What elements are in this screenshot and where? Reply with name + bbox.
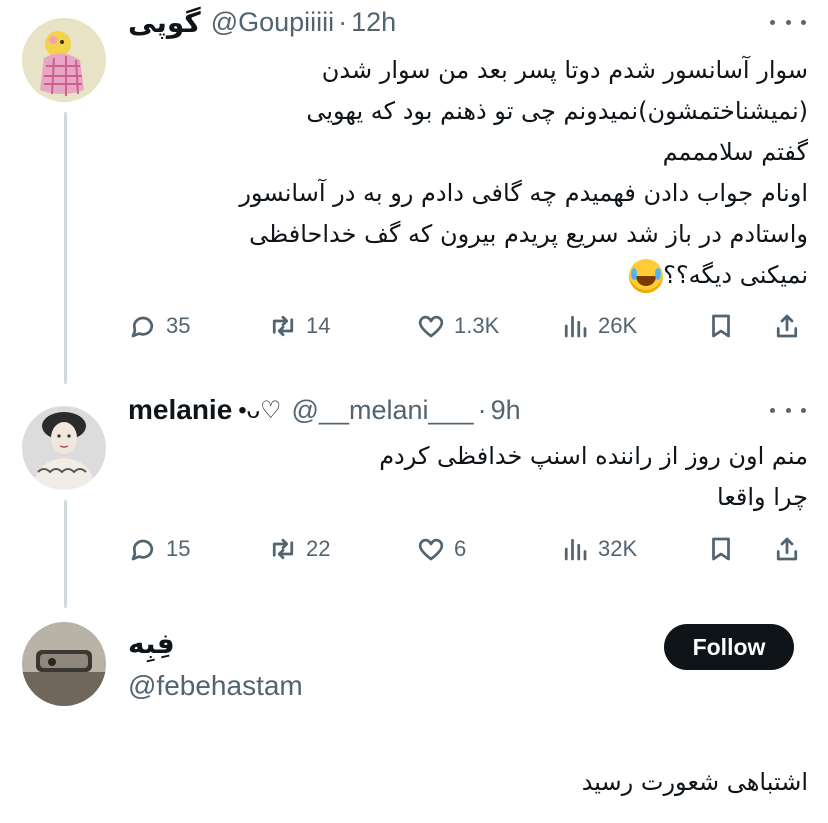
tweet-line: واستادم در باز شد سریع پریدم بیرون که گف…	[249, 220, 808, 248]
repost-icon	[272, 315, 294, 337]
tweet-line: نمیکنی دیگه؟؟	[663, 261, 808, 289]
action-bar-2: 15 22 6 32K	[128, 529, 808, 569]
tweet-line: منم اون روز از راننده اسنپ خدافظی کردم	[379, 442, 808, 470]
repost-icon	[272, 538, 294, 560]
like-icon	[418, 538, 444, 561]
thread-line-1	[64, 112, 67, 384]
profile-handle[interactable]: @febehastam	[128, 670, 303, 702]
timestamp[interactable]: 12h	[351, 7, 396, 38]
more-icon[interactable]	[770, 400, 806, 420]
tweet-line: گفتم سلامممم	[662, 138, 808, 166]
more-icon[interactable]	[770, 12, 806, 32]
action-bar-1: 35 14 1.3K 26K	[128, 306, 808, 346]
share-icon	[776, 314, 798, 338]
views-button[interactable]: 26K	[560, 306, 637, 346]
like-count: 1.3K	[454, 313, 500, 338]
like-button[interactable]: 1.3K	[416, 306, 499, 346]
bookmark-icon	[712, 537, 730, 561]
tweet-line: چرا واقعا	[717, 483, 808, 511]
repost-count: 14	[306, 313, 331, 338]
share-button[interactable]	[772, 529, 802, 569]
views-icon	[564, 315, 587, 338]
user-handle[interactable]: @Goupiiiii	[211, 7, 334, 38]
reply-icon	[131, 539, 154, 561]
separator-dot: ·	[338, 6, 348, 37]
share-button[interactable]	[772, 306, 802, 346]
tweet-header-2: melanie •ᴗ♡ @__melani___ · 9h	[128, 390, 808, 430]
reply-count: 15	[166, 536, 191, 561]
share-icon	[776, 537, 798, 561]
views-count: 32K	[598, 536, 638, 561]
tweet-line-last: نمیکنی دیگه؟؟	[239, 255, 808, 296]
tweet-header-1: گوپی @Goupiiiii · 12h	[128, 2, 808, 42]
follow-button[interactable]: Follow	[664, 624, 794, 670]
tweet-text-1: سوار آسانسور شدم دوتا پسر بعد من سوار شد…	[239, 50, 808, 296]
repost-count: 22	[306, 536, 331, 561]
avatar-melanie[interactable]	[22, 406, 106, 490]
repost-button[interactable]: 14	[268, 306, 330, 346]
tweet-line: اونام جواب دادن فهمیدم چه گافی دادم رو ب…	[239, 179, 808, 207]
views-button[interactable]: 32K	[560, 529, 637, 569]
reply-icon	[131, 316, 154, 338]
reply-button[interactable]: 35	[128, 306, 190, 346]
profile-bio: اشتباهی شعورت رسید	[581, 768, 808, 796]
user-handle[interactable]: @__melani___	[292, 395, 474, 426]
display-name[interactable]: melanie	[128, 394, 232, 426]
avatar-goupi[interactable]	[22, 18, 106, 102]
thread-line-2	[64, 500, 67, 608]
display-name[interactable]: گوپی	[128, 6, 201, 39]
profile-display-name[interactable]: فِبِه	[128, 627, 175, 660]
like-icon	[418, 315, 444, 338]
avatar-febehastam[interactable]	[22, 622, 106, 706]
tweet-line: سوار آسانسور شدم دوتا پسر بعد من سوار شد…	[321, 56, 808, 84]
separator-dot: ·	[477, 394, 487, 425]
tears-of-joy-emoji	[629, 259, 664, 293]
views-icon	[564, 538, 587, 561]
name-decoration: •ᴗ♡	[238, 396, 282, 424]
bookmark-button[interactable]	[706, 306, 736, 346]
views-count: 26K	[598, 313, 638, 338]
repost-button[interactable]: 22	[268, 529, 330, 569]
like-count: 6	[454, 536, 467, 561]
bookmark-button[interactable]	[706, 529, 736, 569]
tweet-text-2: منم اون روز از راننده اسنپ خدافظی کردم چ…	[379, 436, 808, 518]
reply-count: 35	[166, 313, 191, 338]
timestamp[interactable]: 9h	[491, 395, 521, 426]
reply-button[interactable]: 15	[128, 529, 190, 569]
bookmark-icon	[712, 314, 730, 338]
like-button[interactable]: 6	[416, 529, 466, 569]
tweet-line: (نمیشناختمشون)نمیدونم چی تو ذهنم بود که …	[306, 97, 808, 125]
